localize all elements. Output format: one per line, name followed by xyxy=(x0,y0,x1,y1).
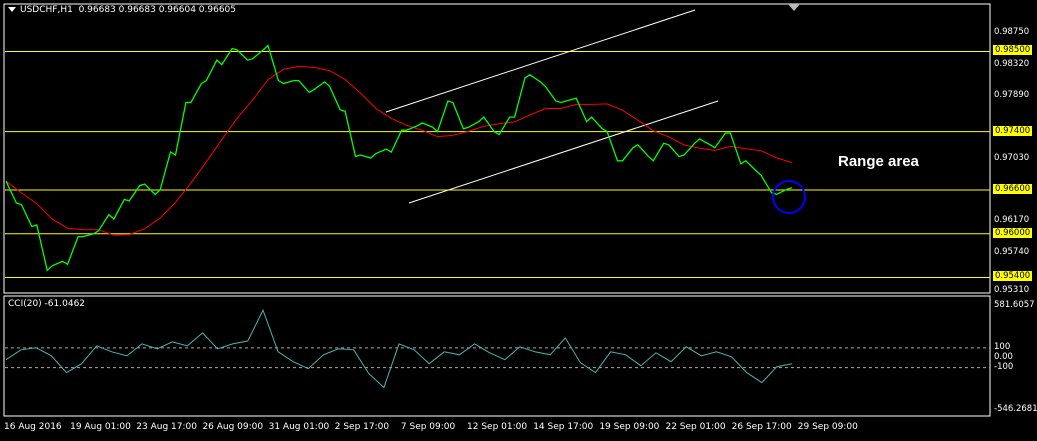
symbol-label: USDCHF,H1 xyxy=(20,5,73,15)
chart-header: USDCHF,H1 0.96683 0.96683 0.96604 0.9660… xyxy=(8,5,236,15)
date-tick-label: 31 Aug 01:00 xyxy=(268,422,330,432)
range-area-annotation[interactable]: Range area xyxy=(838,153,919,170)
level-price-label: 0.96000 xyxy=(993,227,1033,238)
cci-tick-label: -100 xyxy=(994,361,1014,372)
cci-tick-label: 0.00 xyxy=(994,351,1013,362)
price-tick-label: 0.96170 xyxy=(994,215,1030,226)
chart-canvas[interactable] xyxy=(0,0,1037,441)
dropdown-triangle-icon[interactable] xyxy=(8,7,16,12)
chart-shift-marker-icon[interactable] xyxy=(788,4,800,11)
date-tick-label: 22 Sep 01:00 xyxy=(665,422,726,432)
cci-tick-label: 581.6057 xyxy=(994,300,1035,310)
cci-tick-label: -546.2681 xyxy=(994,404,1037,414)
date-tick-label: 19 Sep 09:00 xyxy=(599,422,660,432)
date-tick-label: 26 Sep 17:00 xyxy=(731,422,792,432)
level-price-label: 0.95400 xyxy=(993,271,1033,282)
date-tick-label: 23 Aug 17:00 xyxy=(136,422,197,432)
price-tick-label: 0.95740 xyxy=(994,246,1030,257)
date-tick-label: 14 Sep 17:00 xyxy=(533,422,594,432)
price-tick-label: 0.97890 xyxy=(994,89,1030,100)
date-tick-label: 29 Sep 09:00 xyxy=(797,422,858,432)
date-tick-label: 2 Sep 17:00 xyxy=(334,422,390,432)
ohlc-values: 0.96683 0.96683 0.96604 0.96605 xyxy=(78,5,237,15)
indicator-label: CCI(20) -61.0462 xyxy=(8,299,86,309)
level-price-label: 0.97400 xyxy=(993,125,1033,136)
date-tick-label: 19 Aug 01:00 xyxy=(70,422,131,432)
price-tick-label: 0.98320 xyxy=(994,58,1030,69)
chart-background xyxy=(0,0,1037,441)
cci-tick-label: 100 xyxy=(994,341,1011,352)
price-tick-label: 0.98750 xyxy=(994,27,1030,38)
level-price-label: 0.96600 xyxy=(993,183,1033,194)
date-tick-label: 12 Sep 01:00 xyxy=(467,422,528,432)
price-tick-label: 0.97030 xyxy=(994,152,1030,163)
date-tick-label: 16 Aug 2016 xyxy=(4,422,62,432)
date-tick-label: 7 Sep 09:00 xyxy=(400,422,456,432)
level-price-label: 0.98500 xyxy=(993,45,1033,56)
price-tick-label: 0.95310 xyxy=(994,285,1030,295)
date-tick-label: 26 Aug 09:00 xyxy=(202,422,264,432)
